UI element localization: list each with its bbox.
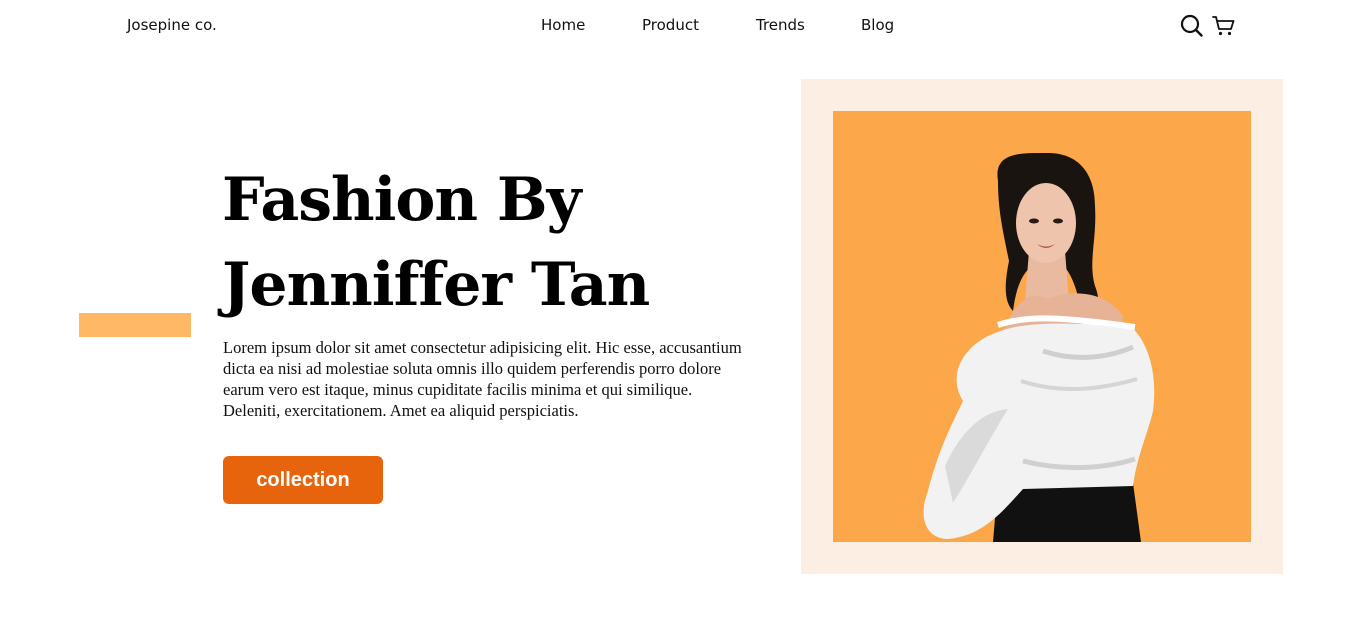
nav-blog[interactable]: Blog	[861, 16, 894, 34]
collection-button[interactable]: collection	[223, 456, 383, 504]
search-icon[interactable]	[1179, 13, 1205, 39]
accent-bar	[79, 313, 191, 337]
cart-icon[interactable]	[1211, 13, 1237, 39]
hero-model-photo	[833, 111, 1251, 542]
hero-title-line-2: Jenniffer Tan	[222, 250, 650, 320]
hero-title-line-1: Fashion By	[222, 165, 581, 235]
hero-description: Lorem ipsum dolor sit amet consectetur a…	[223, 338, 742, 420]
nav-product[interactable]: Product	[642, 16, 699, 34]
nav-home[interactable]: Home	[541, 16, 585, 34]
main-nav: Home Product Trends Blog	[0, 16, 1364, 40]
hero-title: Fashion By Jenniffer Tan	[222, 158, 762, 328]
model-illustration	[833, 111, 1251, 542]
nav-trends[interactable]: Trends	[756, 16, 805, 34]
